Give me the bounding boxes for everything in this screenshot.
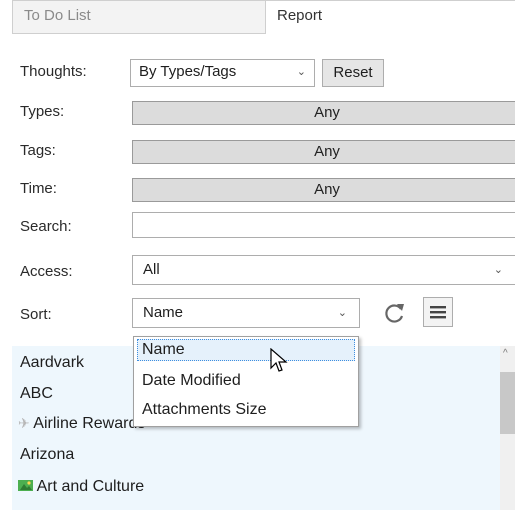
menu-button[interactable] xyxy=(423,297,453,327)
list-item-label: Aardvark xyxy=(20,354,85,371)
search-label: Search: xyxy=(20,218,72,235)
tags-label: Tags: xyxy=(20,142,56,159)
search-input[interactable] xyxy=(132,212,515,238)
thoughts-label: Thoughts: xyxy=(20,63,87,80)
tags-selector[interactable]: Any xyxy=(132,140,515,164)
access-value: All xyxy=(143,261,160,278)
chevron-down-icon: ⌄ xyxy=(337,307,347,319)
hamburger-icon xyxy=(430,306,446,319)
list-item[interactable]: Arizona xyxy=(20,446,74,464)
sort-option-attachments-size[interactable]: Attachments Size xyxy=(142,401,267,419)
types-selector[interactable]: Any xyxy=(132,101,515,125)
time-selector[interactable]: Any xyxy=(132,178,515,202)
airplane-icon: ✈ xyxy=(18,415,30,431)
tab-to-do-list[interactable]: To Do List xyxy=(12,0,266,34)
access-label: Access: xyxy=(20,263,73,280)
scrollbar-thumb[interactable] xyxy=(500,372,515,434)
refresh-icon xyxy=(385,304,404,323)
list-item[interactable]: Art and Culture xyxy=(18,478,144,496)
tab-report[interactable]: Report xyxy=(266,0,515,34)
list-item-label: ABC xyxy=(20,385,53,402)
list-item[interactable]: Aardvark xyxy=(20,354,84,372)
reset-button[interactable]: Reset xyxy=(322,59,384,87)
art-icon xyxy=(18,479,33,492)
mouse-cursor-icon xyxy=(270,348,288,372)
list-item[interactable]: ✈ Airline Rewards xyxy=(18,415,145,433)
time-label: Time: xyxy=(20,180,57,197)
sort-options-menu: Name Date Modified Attachments Size xyxy=(133,336,359,427)
chevron-down-icon: ⌄ xyxy=(493,264,503,276)
sort-value: Name xyxy=(143,304,184,321)
list-item-label: Art and Culture xyxy=(36,478,145,495)
list-item-label: Airline Rewards xyxy=(33,415,146,432)
list-item[interactable]: ABC xyxy=(20,385,53,403)
types-label: Types: xyxy=(20,103,65,120)
thoughts-dropdown[interactable]: By Types/Tags ⌄ xyxy=(130,59,315,87)
sort-label: Sort: xyxy=(20,306,52,323)
chevron-down-icon: ⌄ xyxy=(296,66,306,78)
thoughts-value: By Types/Tags xyxy=(139,63,237,80)
sort-option-date-modified[interactable]: Date Modified xyxy=(142,372,241,390)
sort-dropdown[interactable]: Name ⌄ xyxy=(132,298,360,328)
refresh-button[interactable] xyxy=(380,298,410,328)
chevron-up-icon: ^ xyxy=(503,348,508,359)
sort-option-name[interactable]: Name xyxy=(142,341,185,359)
access-dropdown[interactable]: All ⌄ xyxy=(132,255,515,285)
list-item-label: Arizona xyxy=(20,446,75,463)
